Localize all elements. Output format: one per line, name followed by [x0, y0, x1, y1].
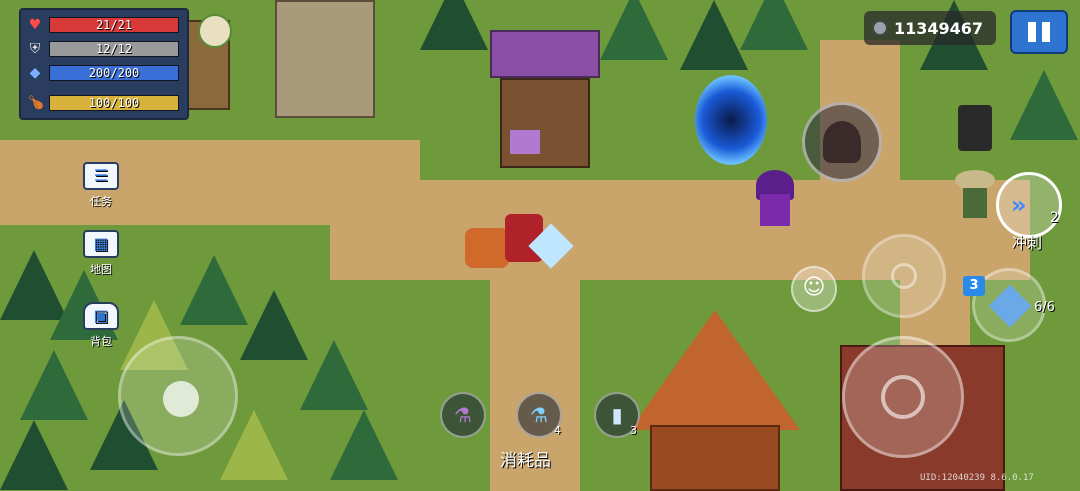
companion-pet — [198, 14, 232, 48]
status-panel: ♥ 21/21 ⛨ 12/12 ◆ 200/200 🍗︎ 100/100 — [19, 8, 189, 120]
crosshair-icon — [891, 263, 917, 289]
armor-text: 12/12 — [95, 42, 133, 56]
drumstick-icon: 🍗︎ — [27, 95, 45, 111]
uid-text: UID:12040239 8.6.0.17 — [920, 473, 1034, 483]
map-label: 地图 — [90, 263, 112, 276]
portal[interactable] — [695, 75, 767, 165]
hp-row: ♥ 21/21 — [27, 16, 179, 34]
movement-joystick[interactable] — [118, 336, 238, 456]
character-portrait-button[interactable] — [802, 102, 882, 182]
tasks-button[interactable]: ☰ 任务 — [71, 162, 131, 209]
currency-counter: 11349467 — [864, 11, 996, 45]
heart-icon: ♥ — [28, 17, 42, 33]
map-icon: ▦ — [83, 230, 119, 258]
backpack-icon: ▣ — [83, 302, 119, 330]
pine-tree — [0, 420, 68, 490]
hp-bar: 21/21 — [49, 17, 179, 33]
diamond-icon: ◆ — [29, 65, 41, 81]
task-list-icon: ☰ — [83, 162, 119, 190]
dash-count: 2 — [1050, 210, 1059, 226]
consumable-slot-1[interactable]: ⚗ — [440, 392, 486, 438]
map-button[interactable]: ▦ 地图 — [71, 230, 131, 277]
consumable-count-2: 4 — [554, 424, 561, 437]
xp-text: 100/100 — [88, 96, 140, 110]
energy-bar: 200/200 — [49, 65, 179, 81]
armor-bar: 12/12 — [49, 41, 179, 57]
pine-tree — [240, 290, 308, 360]
aim-target-button[interactable] — [862, 234, 946, 318]
pine-tree — [20, 350, 88, 420]
backpack-label: 背包 — [90, 335, 112, 348]
purple-potion-icon: ⚗ — [454, 403, 472, 427]
pine-tree — [180, 255, 248, 325]
dash-label: 冲刺 — [1012, 234, 1043, 252]
pause-icon — [1028, 22, 1036, 42]
dash-skill-button[interactable]: » — [996, 172, 1062, 238]
energy-row: ◆ 200/200 — [27, 64, 179, 82]
shield-icon: ⛨ — [29, 41, 41, 57]
explorer-npc[interactable] — [955, 170, 995, 220]
weapon-ammo: 6/6 — [1034, 300, 1055, 315]
pine-tree — [740, 0, 808, 50]
pine-tree — [680, 0, 748, 70]
pine-tree — [1010, 70, 1078, 140]
pine-tree — [600, 0, 668, 60]
purple-npc[interactable] — [750, 170, 800, 230]
tasks-label: 任务 — [90, 195, 112, 208]
xp-bar: 100/100 — [49, 95, 179, 111]
armor-row: ⛨ 12/12 — [27, 40, 179, 58]
energy-text: 200/200 — [88, 66, 140, 80]
attack-crosshair-icon — [881, 375, 925, 419]
player-character — [465, 210, 574, 275]
backpack-button[interactable]: ▣ 背包 — [71, 302, 131, 349]
pause-icon — [1042, 22, 1050, 42]
coin-icon — [872, 20, 888, 36]
hp-text: 21/21 — [95, 18, 133, 32]
blue-potion-icon: ⚗ — [530, 403, 548, 427]
pause-button[interactable] — [1010, 10, 1068, 54]
merchant-stall[interactable] — [490, 30, 600, 170]
shuriken-icon — [988, 284, 1032, 328]
attack-button[interactable] — [842, 336, 964, 458]
currency-value: 11349467 — [894, 19, 984, 38]
double-chevron-icon: » — [1011, 191, 1027, 219]
soda-can-icon: ▮ — [611, 403, 623, 427]
energy-cost-badge: 3 — [963, 276, 985, 296]
pine-tree — [420, 0, 488, 50]
consumable-count-3: 3 — [630, 424, 637, 437]
pine-tree — [330, 410, 398, 480]
officer-npc[interactable] — [958, 105, 992, 151]
xp-row: 🍗︎ 100/100 — [27, 94, 179, 112]
smiley-icon: ☺ — [802, 275, 826, 300]
pine-tree — [300, 340, 368, 410]
joystick-knob[interactable] — [163, 381, 199, 417]
portrait-icon — [823, 121, 861, 163]
energy-cost-value: 3 — [969, 278, 979, 293]
consumables-label: 消耗品 — [500, 451, 551, 471]
emote-button[interactable]: ☺ — [791, 266, 837, 312]
stone-shrine — [275, 0, 375, 118]
tent-building[interactable] — [630, 310, 800, 491]
